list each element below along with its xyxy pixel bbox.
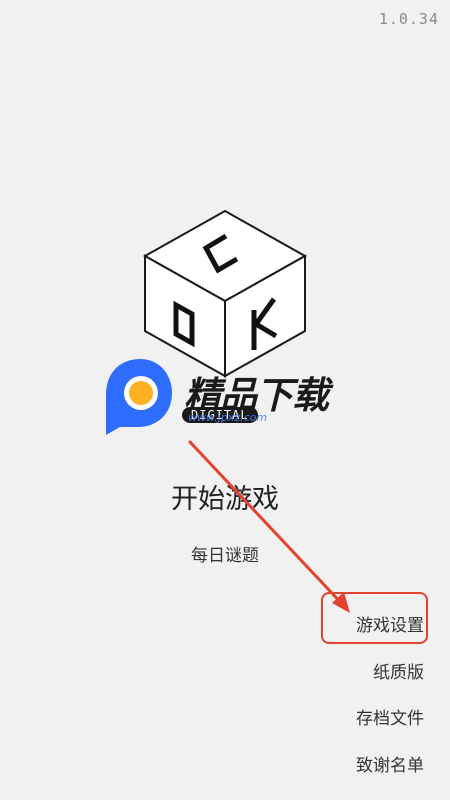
start-game-button[interactable]: 开始游戏 — [0, 477, 450, 516]
watermark-logo-icon — [106, 359, 172, 435]
lok-cube-logo — [140, 208, 310, 378]
save-files-button[interactable]: 存档文件 — [356, 704, 424, 729]
version-label: 1.0.34 — [378, 10, 439, 28]
credits-button[interactable]: 致谢名单 — [356, 751, 424, 776]
daily-puzzle-button[interactable]: 每日谜题 — [0, 541, 450, 566]
paper-edition-button[interactable]: 纸质版 — [373, 658, 424, 683]
watermark-url: www.jpxz.com — [188, 411, 268, 424]
watermark: 精品下载 DIGITAL www.jpxz.com — [96, 355, 356, 435]
highlight-box — [321, 592, 428, 644]
